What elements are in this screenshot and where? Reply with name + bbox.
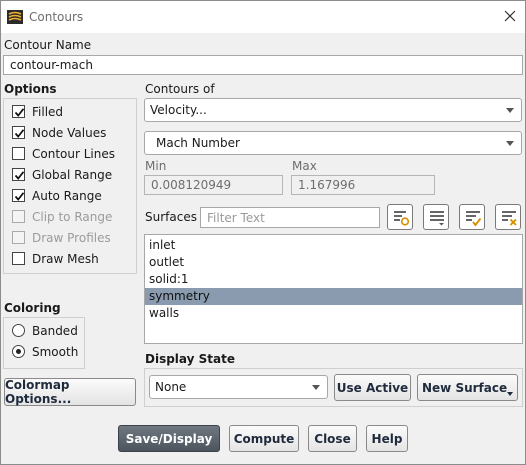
- draw-mesh-label: Draw Mesh: [32, 252, 99, 266]
- banded-label: Banded: [32, 324, 78, 338]
- banded-radio[interactable]: [12, 324, 25, 337]
- new-surface-button[interactable]: New Surface: [417, 374, 518, 401]
- global-range-label: Global Range: [32, 168, 113, 182]
- contour-name-value: contour-mach: [10, 58, 93, 72]
- checkmark-icon: [14, 129, 25, 138]
- options-group: [3, 98, 137, 274]
- checkmark-icon: [14, 171, 25, 180]
- surfaces-label: Surfaces: [145, 210, 197, 224]
- window-title: Contours: [29, 10, 84, 24]
- display-state-select[interactable]: None: [149, 375, 328, 399]
- title-bar: Contours: [1, 1, 525, 33]
- contours-of-category-value: Velocity...: [150, 103, 207, 117]
- auto-range-checkbox[interactable]: [12, 189, 25, 202]
- chevron-down-icon: [506, 108, 514, 113]
- min-value-field: 0.008120949: [144, 175, 283, 195]
- filter-surfaces-button[interactable]: [387, 204, 413, 230]
- chevron-down-icon: [312, 385, 320, 390]
- list-item[interactable]: solid:1: [145, 271, 522, 288]
- min-label: Min: [145, 159, 167, 173]
- contours-of-category-select[interactable]: Velocity...: [144, 98, 522, 122]
- contour-name-label: Contour Name: [4, 38, 92, 52]
- app-logo-icon: [7, 10, 23, 24]
- contours-of-quantity-value: Mach Number: [156, 136, 240, 150]
- max-value: 1.167996: [298, 178, 356, 192]
- list-item[interactable]: outlet: [145, 254, 522, 271]
- min-value: 0.008120949: [151, 178, 232, 192]
- save-display-button[interactable]: Save/Display: [118, 425, 220, 452]
- node-values-checkbox[interactable]: [12, 126, 25, 139]
- smooth-label: Smooth: [32, 345, 79, 359]
- compute-button[interactable]: Compute: [229, 425, 299, 452]
- display-state-label: Display State: [145, 352, 235, 366]
- surfaces-filter-input[interactable]: Filter Text: [200, 207, 380, 228]
- close-button[interactable]: Close: [308, 425, 357, 452]
- smooth-radio[interactable]: [12, 345, 25, 358]
- chevron-down-icon: [506, 141, 514, 146]
- filled-checkbox[interactable]: [12, 105, 25, 118]
- clip-to-range-checkbox: [12, 210, 25, 223]
- max-value-field: 1.167996: [291, 175, 435, 195]
- list-item[interactable]: inlet: [145, 237, 522, 254]
- max-label: Max: [292, 159, 317, 173]
- display-state-value: None: [155, 380, 187, 394]
- global-range-checkbox[interactable]: [12, 168, 25, 181]
- deselect-all-button[interactable]: [495, 204, 521, 230]
- draw-profiles-checkbox: [12, 231, 25, 244]
- close-icon[interactable]: [503, 9, 517, 23]
- contours-of-label: Contours of: [145, 82, 215, 96]
- radio-selected-dot: [16, 349, 21, 354]
- select-all-icon: [466, 211, 482, 227]
- filter-surfaces-icon: [394, 211, 410, 226]
- checkmark-icon: [14, 192, 25, 201]
- select-all-button[interactable]: [459, 204, 485, 230]
- new-surface-label: New Surface: [422, 380, 508, 395]
- list-item-selected[interactable]: symmetry: [145, 288, 522, 305]
- contour-name-input[interactable]: contour-mach: [3, 55, 523, 75]
- chevron-down-icon: [507, 392, 513, 396]
- help-button[interactable]: Help: [366, 425, 408, 452]
- filter-placeholder: Filter Text: [207, 210, 265, 225]
- contours-dialog: Contours Contour Name contour-mach Optio…: [0, 0, 526, 465]
- select-list-icon: [430, 211, 444, 226]
- node-values-label: Node Values: [32, 126, 107, 140]
- clip-to-range-label: Clip to Range: [32, 210, 113, 224]
- contour-lines-checkbox[interactable]: [12, 147, 25, 160]
- deselect-all-icon: [502, 211, 517, 226]
- draw-profiles-label: Draw Profiles: [32, 231, 111, 245]
- coloring-label: Coloring: [4, 301, 61, 315]
- use-active-button[interactable]: Use Active: [334, 374, 411, 401]
- select-list-button[interactable]: [423, 204, 449, 230]
- options-label: Options: [4, 82, 57, 96]
- auto-range-label: Auto Range: [32, 189, 102, 203]
- surfaces-list[interactable]: inlet outlet solid:1 symmetry walls: [144, 234, 523, 344]
- list-item[interactable]: walls: [145, 305, 522, 322]
- draw-mesh-checkbox[interactable]: [12, 252, 25, 265]
- filled-label: Filled: [32, 105, 64, 119]
- checkmark-icon: [14, 108, 25, 117]
- contour-lines-label: Contour Lines: [32, 147, 115, 161]
- colormap-options-button[interactable]: Colormap Options...: [4, 378, 136, 406]
- contours-of-quantity-select[interactable]: Mach Number: [144, 131, 522, 155]
